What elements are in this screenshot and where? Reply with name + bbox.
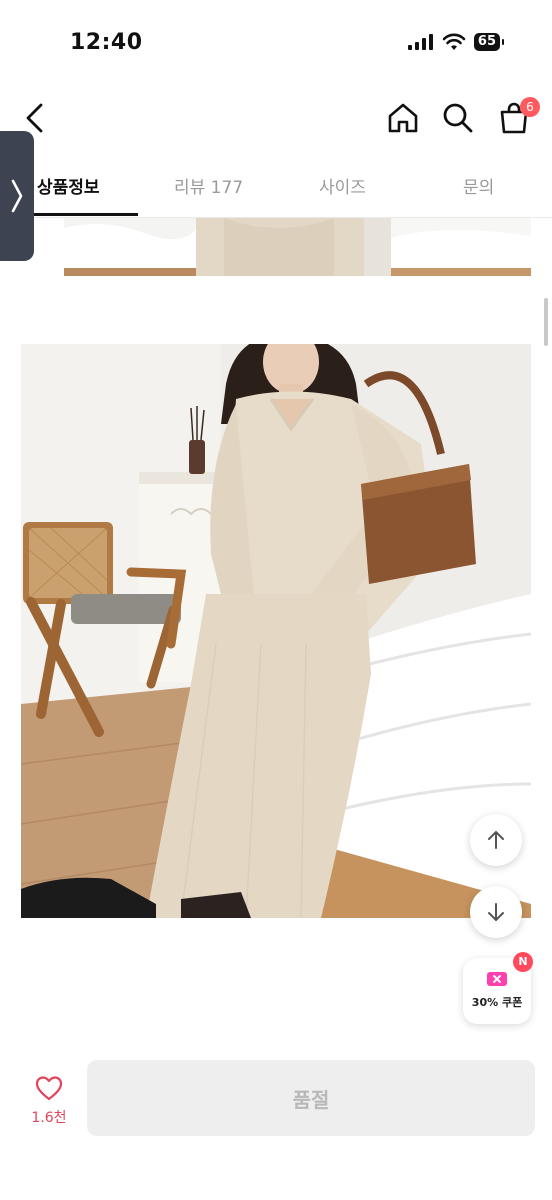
coupon-label: 30% 쿠폰 bbox=[471, 996, 523, 1009]
like-button[interactable]: 1.6천 bbox=[24, 1075, 74, 1127]
arrow-up-icon bbox=[488, 831, 504, 849]
cart-count-badge: 6 bbox=[520, 97, 540, 117]
cellular-signal-icon bbox=[407, 34, 433, 50]
wifi-icon bbox=[442, 33, 466, 50]
battery-icon: 65 bbox=[473, 33, 500, 51]
home-button[interactable] bbox=[385, 100, 421, 136]
scroll-up-button[interactable] bbox=[470, 814, 522, 866]
product-image-main bbox=[21, 344, 531, 918]
active-tab-indicator bbox=[28, 213, 138, 216]
tab-product-info[interactable]: 상품정보 bbox=[37, 173, 100, 198]
sold-out-button[interactable]: 품절 bbox=[87, 1060, 535, 1136]
scroll-down-button[interactable] bbox=[470, 886, 522, 938]
coupon-button[interactable]: 30% 쿠폰 N bbox=[463, 952, 533, 1024]
chevron-right-icon bbox=[11, 179, 23, 213]
side-panel-handle[interactable] bbox=[0, 131, 34, 261]
product-image-top bbox=[64, 218, 531, 276]
status-time: 12:40 bbox=[70, 30, 143, 55]
tab-reviews[interactable]: 리뷰 177 bbox=[174, 173, 243, 198]
coupon-icon bbox=[487, 972, 507, 986]
search-button[interactable] bbox=[440, 100, 476, 136]
tab-bar: 상품정보 리뷰 177 사이즈 문의 bbox=[0, 163, 552, 218]
home-icon bbox=[388, 103, 418, 133]
arrow-down-icon bbox=[488, 903, 504, 921]
search-icon bbox=[443, 103, 473, 133]
tab-inquiry[interactable]: 문의 bbox=[463, 173, 494, 198]
status-icons: 65 bbox=[407, 33, 504, 51]
coupon-new-badge: N bbox=[513, 952, 533, 972]
tab-size[interactable]: 사이즈 bbox=[319, 173, 366, 198]
back-arrow-icon bbox=[26, 103, 43, 133]
heart-icon bbox=[35, 1076, 63, 1101]
scrollbar-thumb[interactable] bbox=[544, 298, 548, 346]
battery-tip bbox=[502, 39, 504, 45]
like-count: 1.6천 bbox=[31, 1110, 67, 1126]
